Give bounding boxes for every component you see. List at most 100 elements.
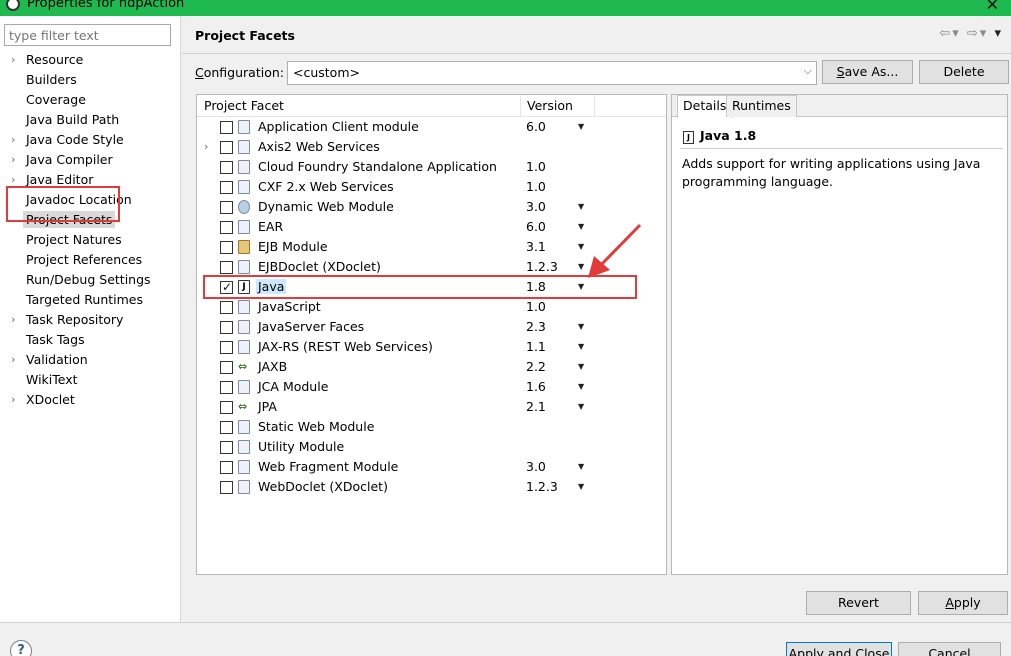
facet-row[interactable]: WebDoclet (XDoclet) 1.2.3 ▼ bbox=[197, 477, 666, 497]
tree-item[interactable]: Task Tags bbox=[0, 330, 181, 350]
version-dropdown-icon[interactable]: ▼ bbox=[578, 457, 584, 477]
help-icon[interactable]: ? bbox=[10, 640, 32, 656]
facet-version[interactable]: 2.1 bbox=[526, 397, 546, 417]
tab-runtimes[interactable]: Runtimes bbox=[726, 95, 797, 117]
facet-checkbox[interactable] bbox=[220, 361, 233, 374]
version-dropdown-icon[interactable]: ▼ bbox=[578, 377, 584, 397]
facet-checkbox[interactable] bbox=[220, 341, 233, 354]
tree-item[interactable]: › Validation bbox=[0, 350, 181, 370]
filter-input[interactable] bbox=[4, 24, 171, 46]
facet-version[interactable]: 2.2 bbox=[526, 357, 546, 377]
version-dropdown-icon[interactable]: ▼ bbox=[578, 477, 584, 497]
expand-chevron-icon[interactable]: › bbox=[11, 310, 15, 330]
version-dropdown-icon[interactable]: ▼ bbox=[578, 357, 584, 377]
version-dropdown-icon[interactable]: ▼ bbox=[578, 317, 584, 337]
facet-checkbox[interactable] bbox=[220, 321, 233, 334]
expand-chevron-icon[interactable]: › bbox=[11, 150, 15, 170]
header-divider bbox=[182, 53, 1011, 54]
facet-checkbox[interactable] bbox=[220, 241, 233, 254]
facet-checkbox[interactable] bbox=[220, 461, 233, 474]
expand-chevron-icon[interactable]: › bbox=[11, 50, 15, 70]
apply-button[interactable]: Apply bbox=[918, 591, 1008, 615]
facet-row[interactable]: Utility Module bbox=[197, 437, 666, 457]
back-menu-chevron-icon[interactable]: ▾ bbox=[952, 26, 961, 41]
facet-version[interactable]: 1.6 bbox=[526, 377, 546, 397]
delete-button[interactable]: Delete bbox=[919, 60, 1009, 84]
tree-item[interactable]: › Java Code Style bbox=[0, 130, 181, 150]
facet-checkbox[interactable] bbox=[220, 141, 233, 154]
facet-checkbox[interactable] bbox=[220, 421, 233, 434]
version-dropdown-icon[interactable]: ▼ bbox=[578, 397, 584, 417]
column-separator bbox=[594, 95, 595, 117]
configuration-combo[interactable]: <custom> ⌵ bbox=[287, 61, 817, 85]
expand-chevron-icon[interactable]: › bbox=[11, 130, 15, 150]
facet-checkbox[interactable] bbox=[220, 401, 233, 414]
facet-version[interactable]: 1.2.3 bbox=[526, 477, 558, 497]
tree-item[interactable]: Run/Debug Settings bbox=[0, 270, 181, 290]
close-icon[interactable]: ✕ bbox=[986, 0, 999, 14]
facet-version[interactable]: 1.1 bbox=[526, 337, 546, 357]
forward-menu-chevron-icon[interactable]: ▾ bbox=[980, 26, 989, 41]
facet-checkbox[interactable] bbox=[220, 301, 233, 314]
forward-arrow-icon[interactable]: ⇨ bbox=[967, 26, 980, 41]
tree-item[interactable]: › Resource bbox=[0, 50, 181, 70]
facet-checkbox[interactable] bbox=[220, 381, 233, 394]
facet-row[interactable]: JCA Module 1.6 ▼ bbox=[197, 377, 666, 397]
cancel-button[interactable]: Cancel bbox=[898, 642, 1001, 656]
facet-row[interactable]: JavaScript 1.0 bbox=[197, 297, 666, 317]
facet-version[interactable]: 1.2.3 bbox=[526, 257, 558, 277]
expand-chevron-icon[interactable]: › bbox=[11, 390, 15, 410]
facet-checkbox[interactable] bbox=[220, 181, 233, 194]
facet-row[interactable]: JavaServer Faces 2.3 ▼ bbox=[197, 317, 666, 337]
facet-version[interactable]: 2.3 bbox=[526, 317, 546, 337]
column-header-facet[interactable]: Project Facet bbox=[204, 98, 284, 113]
version-dropdown-icon[interactable]: ▼ bbox=[578, 117, 584, 137]
facet-checkbox[interactable] bbox=[220, 221, 233, 234]
tree-item[interactable]: › XDoclet bbox=[0, 390, 181, 410]
facet-checkbox[interactable] bbox=[220, 261, 233, 274]
version-dropdown-icon[interactable]: ▼ bbox=[578, 337, 584, 357]
facet-version[interactable]: 6.0 bbox=[526, 117, 546, 137]
expand-chevron-icon[interactable]: › bbox=[204, 137, 208, 157]
tree-item[interactable]: Java Build Path bbox=[0, 110, 181, 130]
tree-item[interactable]: Targeted Runtimes bbox=[0, 290, 181, 310]
tree-item[interactable]: WikiText bbox=[0, 370, 181, 390]
save-as-button[interactable]: Save As... bbox=[822, 60, 913, 84]
facet-row[interactable]: CXF 2.x Web Services 1.0 bbox=[197, 177, 666, 197]
apply-and-close-button[interactable]: Apply and Close bbox=[786, 642, 892, 656]
facet-row[interactable]: Application Client module 6.0 ▼ bbox=[197, 117, 666, 137]
facet-row[interactable]: Dynamic Web Module 3.0 ▼ bbox=[197, 197, 666, 217]
facet-row[interactable]: ⇔ JAXB 2.2 ▼ bbox=[197, 357, 666, 377]
facet-checkbox[interactable] bbox=[220, 441, 233, 454]
revert-button[interactable]: Revert bbox=[806, 591, 911, 615]
tree-item[interactable]: Project References bbox=[0, 250, 181, 270]
facet-checkbox[interactable] bbox=[220, 161, 233, 174]
tree-item[interactable]: Builders bbox=[0, 70, 181, 90]
column-header-version[interactable]: Version bbox=[527, 98, 573, 113]
chevron-down-icon[interactable]: ⌵ bbox=[804, 64, 812, 78]
facet-row[interactable]: Web Fragment Module 3.0 ▼ bbox=[197, 457, 666, 477]
facet-version[interactable]: 3.0 bbox=[526, 457, 546, 477]
expand-chevron-icon[interactable]: › bbox=[11, 350, 15, 370]
facet-row[interactable]: Cloud Foundry Standalone Application 1.0 bbox=[197, 157, 666, 177]
back-arrow-icon[interactable]: ⇦ bbox=[939, 26, 952, 41]
tree-item[interactable]: Project Natures bbox=[0, 230, 181, 250]
view-menu-chevron-icon[interactable]: ▾ bbox=[994, 26, 1003, 41]
facet-row[interactable]: ⇔ JPA 2.1 ▼ bbox=[197, 397, 666, 417]
tree-item[interactable]: › Task Repository bbox=[0, 310, 181, 330]
facet-row[interactable]: JAX-RS (REST Web Services) 1.1 ▼ bbox=[197, 337, 666, 357]
facet-version[interactable]: 6.0 bbox=[526, 217, 546, 237]
page-icon bbox=[238, 160, 250, 174]
facet-row[interactable]: › Axis2 Web Services bbox=[197, 137, 666, 157]
facet-checkbox[interactable] bbox=[220, 201, 233, 214]
tab-details[interactable]: Details bbox=[677, 95, 733, 118]
tree-item[interactable]: Coverage bbox=[0, 90, 181, 110]
version-dropdown-icon[interactable]: ▼ bbox=[578, 197, 584, 217]
facet-row[interactable]: Static Web Module bbox=[197, 417, 666, 437]
facet-checkbox[interactable] bbox=[220, 481, 233, 494]
facet-checkbox[interactable] bbox=[220, 121, 233, 134]
facet-version[interactable]: 3.0 bbox=[526, 197, 546, 217]
facet-version[interactable]: 3.1 bbox=[526, 237, 546, 257]
configuration-label: Configuration: bbox=[195, 65, 284, 80]
tree-item[interactable]: › Java Compiler bbox=[0, 150, 181, 170]
